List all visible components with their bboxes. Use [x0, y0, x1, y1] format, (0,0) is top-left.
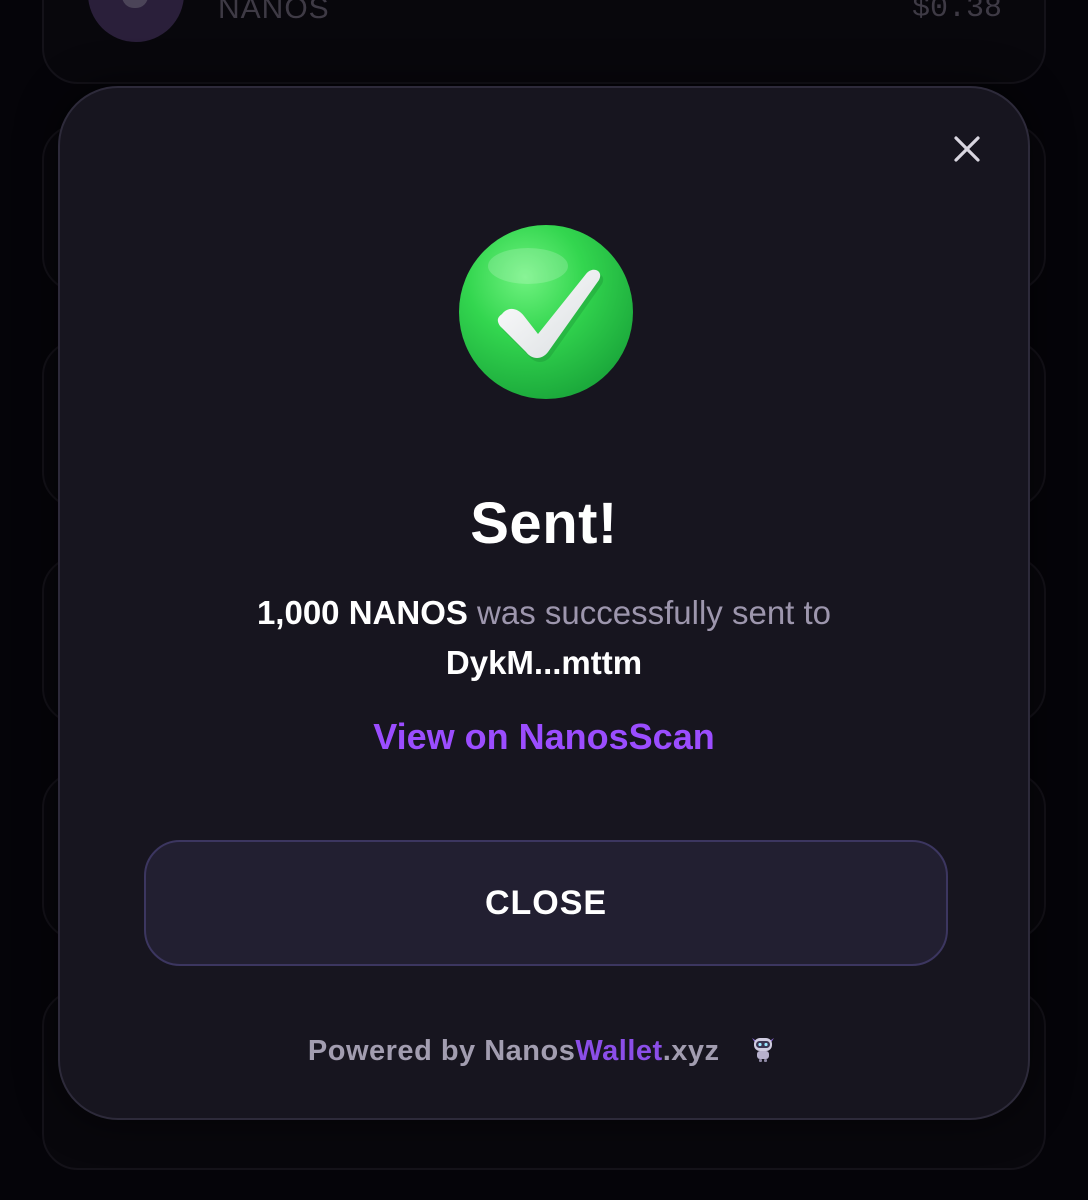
view-on-explorer-link[interactable]: View on NanosScan [60, 716, 1028, 758]
close-icon[interactable] [952, 134, 982, 164]
token-name: NANOS [218, 0, 330, 25]
success-check-icon [456, 222, 636, 402]
message-text: was successfully sent to [467, 594, 832, 631]
token-value: $0.38 [911, 0, 1002, 26]
modal-title: Sent! [470, 491, 618, 556]
footer-suffix: .xyz [662, 1035, 720, 1067]
token-row-nanos[interactable]: NANOS $0.38 [42, 0, 1046, 84]
screen: NANOS $0.38 Sent! 1,000 NANOS was succes… [0, 0, 1088, 1200]
send-success-modal: Sent! 1,000 NANOS was successfully sent … [58, 86, 1030, 1120]
footer-accent: Wallet [575, 1035, 663, 1067]
powered-by-footer: Powered by NanosWallet.xyz [60, 1030, 1028, 1072]
robot-mascot-icon [746, 1030, 780, 1072]
footer-prefix: Powered by Nanos [307, 1035, 576, 1067]
sent-amount: 1,000 NANOS [256, 594, 468, 631]
send-confirmation-message: 1,000 NANOS was successfully sent to Dyk… [60, 588, 1028, 688]
token-avatar [88, 0, 184, 42]
close-button[interactable]: CLOSE [144, 840, 948, 966]
recipient-address: DykM...mttm [445, 644, 643, 681]
